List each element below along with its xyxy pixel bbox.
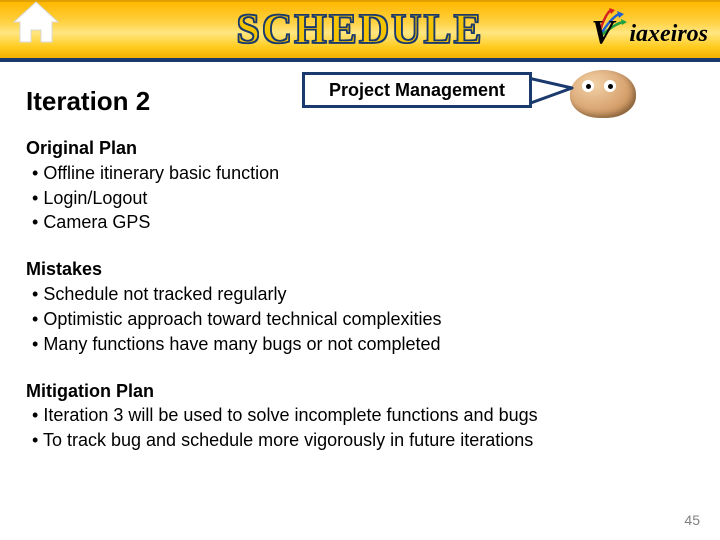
brand-mark-icon: V <box>591 8 627 52</box>
list-item: Iteration 3 will be used to solve incomp… <box>32 403 694 428</box>
section-title: Original Plan <box>26 136 694 161</box>
brand-text: iaxeiros <box>629 21 708 48</box>
brand-logo: V iaxeiros <box>591 8 708 52</box>
list-item: Camera GPS <box>32 210 694 235</box>
list-item: Offline itinerary basic function <box>32 161 694 186</box>
page-title: SCHEDULE <box>236 6 483 54</box>
iteration-label: Iteration 2 <box>26 86 150 117</box>
header-banner: SCHEDULE V iaxeiros <box>0 0 720 62</box>
section-title: Mistakes <box>26 257 694 282</box>
list-item: Schedule not tracked regularly <box>32 282 694 307</box>
subheader: Iteration 2 Project Management <box>0 62 720 122</box>
page-number: 45 <box>684 512 700 528</box>
pm-box: Project Management <box>302 72 532 108</box>
list-item: Login/Logout <box>32 186 694 211</box>
list-item: To track bug and schedule more vigorousl… <box>32 428 694 453</box>
speech-tail-icon <box>528 74 576 108</box>
cartoon-icon <box>570 70 636 118</box>
home-icon <box>8 0 64 50</box>
pm-label: Project Management <box>329 80 505 101</box>
section-mitigation: Mitigation Plan Iteration 3 will be used… <box>26 379 694 453</box>
list-item: Optimistic approach toward technical com… <box>32 307 694 332</box>
section-title: Mitigation Plan <box>26 379 694 404</box>
content: Original Plan Offline itinerary basic fu… <box>0 122 720 453</box>
section-mistakes: Mistakes Schedule not tracked regularly … <box>26 257 694 356</box>
section-original-plan: Original Plan Offline itinerary basic fu… <box>26 136 694 235</box>
list-item: Many functions have many bugs or not com… <box>32 332 694 357</box>
